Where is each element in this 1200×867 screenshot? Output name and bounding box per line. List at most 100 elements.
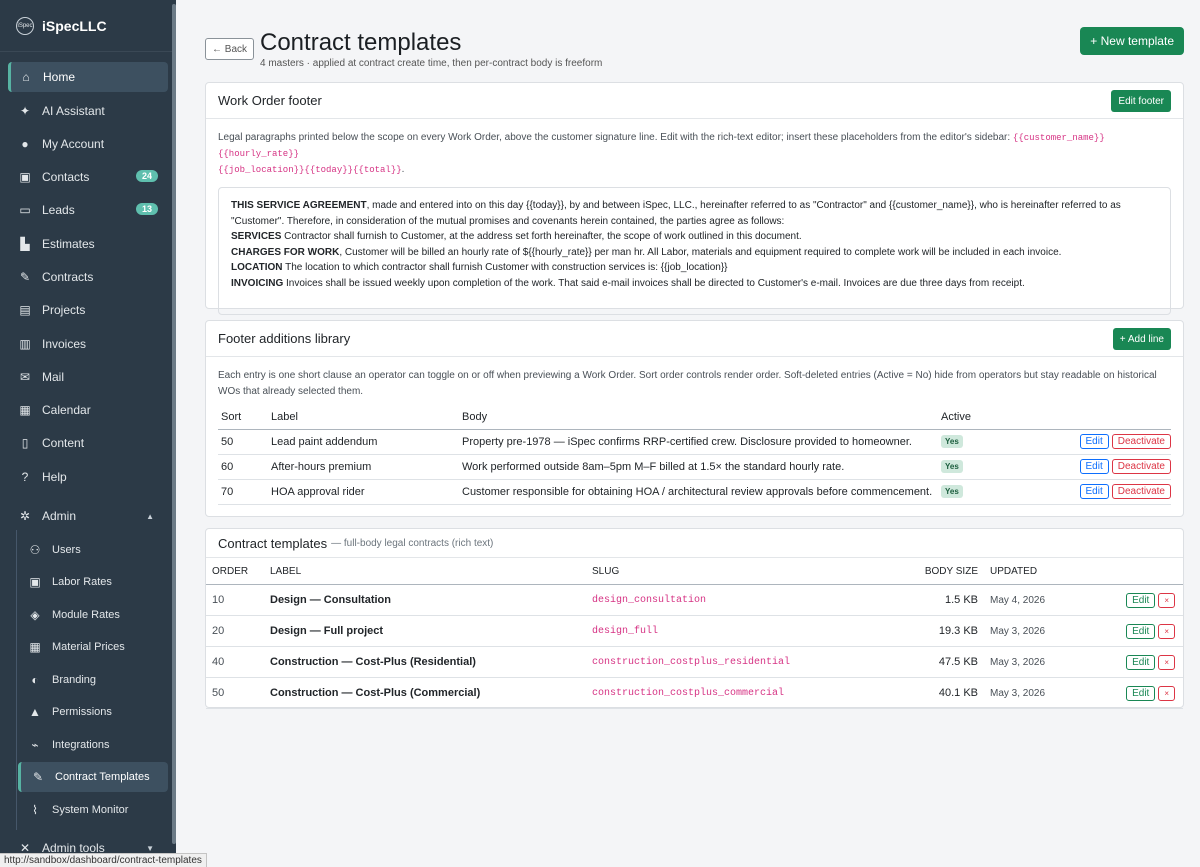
edit-button[interactable]: Edit: [1126, 592, 1156, 608]
actions-cell: Edit ×: [1094, 584, 1183, 616]
delete-button[interactable]: ×: [1158, 592, 1175, 608]
active-cell: Yes: [938, 429, 1018, 455]
edit-footer-button[interactable]: Edit footer: [1111, 90, 1171, 112]
slug-cell: design_consultation: [586, 584, 886, 616]
updated-cell: May 3, 2026: [984, 615, 1094, 647]
contract-templates-card: Contract templates — full-body legal con…: [205, 528, 1184, 709]
sidebar-scrollbar[interactable]: [172, 4, 176, 844]
sidebar-item-projects[interactable]: ▤ Projects: [8, 295, 168, 325]
deactivate-button[interactable]: Deactivate: [1111, 459, 1171, 474]
description-end: .: [401, 164, 405, 175]
body-cell: Property pre-1978 — iSpec confirms RRP-c…: [459, 429, 938, 455]
sidebar-item-home[interactable]: ⌂ Home: [8, 62, 168, 92]
sidebar-item-estimates[interactable]: ▙ Estimates: [8, 229, 168, 259]
legal-paragraph: LOCATION The location to which contracto…: [231, 262, 728, 273]
sidebar-item-module-rates[interactable]: ◈ Module Rates: [18, 600, 168, 630]
sidebar-item-contacts[interactable]: ▣ Contacts 24: [8, 162, 168, 192]
sidebar-item-my-account[interactable]: ● My Account: [8, 129, 168, 159]
slug-cell: construction_costplus_commercial: [586, 677, 886, 709]
sidebar-item-label: Invoices: [42, 337, 87, 351]
label-cell: Construction — Cost-Plus (Commercial): [264, 677, 586, 709]
column-header-body[interactable]: Body: [459, 405, 938, 430]
sidebar-item-calendar[interactable]: ▦ Calendar: [8, 395, 168, 425]
label-cell: Lead paint addendum: [268, 429, 459, 455]
delete-button[interactable]: ×: [1158, 623, 1175, 639]
deactivate-button[interactable]: Deactivate: [1111, 434, 1171, 449]
add-line-button[interactable]: + Add line: [1112, 328, 1171, 350]
sidebar-item-contracts[interactable]: ✎ Contracts: [8, 262, 168, 292]
sidebar-item-mail[interactable]: ✉ Mail: [8, 362, 168, 392]
footer-additions-library-card: Footer additions library + Add line Each…: [205, 320, 1184, 517]
edit-button[interactable]: Edit: [1126, 654, 1156, 670]
actions-cell: Edit ×: [1094, 677, 1183, 709]
edit-button[interactable]: Edit: [1079, 434, 1109, 449]
actions-cell: Edit ×: [1094, 646, 1183, 678]
table-row: 40 Construction — Cost-Plus (Residential…: [206, 646, 1183, 678]
order-cell: 10: [206, 584, 264, 616]
new-template-button[interactable]: + New template: [1080, 27, 1184, 55]
active-badge: Yes: [941, 460, 963, 473]
body-size-cell: 19.3 KB: [886, 615, 984, 647]
sidebar-item-label: AI Assistant: [42, 104, 105, 118]
edit-button[interactable]: Edit: [1079, 459, 1109, 474]
column-header-actions: [1018, 405, 1171, 430]
sidebar-item-labor-rates[interactable]: ▣ Labor Rates: [18, 567, 168, 597]
user-icon: ●: [21, 137, 29, 151]
sidebar-item-content[interactable]: ▯ Content: [8, 428, 168, 458]
sidebar-item-label: System Monitor: [52, 804, 129, 816]
body-size-cell: 47.5 KB: [886, 646, 984, 678]
column-header-label[interactable]: Label: [268, 405, 459, 430]
sidebar-item-users[interactable]: ⚇ Users: [18, 535, 168, 565]
body-cell: Work performed outside 8am–5pm M–F bille…: [459, 454, 938, 480]
sidebar-item-invoices[interactable]: ▥ Invoices: [8, 329, 168, 359]
actions-cell: Edit ×: [1094, 615, 1183, 647]
body-size-cell: 1.5 KB: [886, 584, 984, 616]
sidebar: iSpec iSpecLLC ⌂ Home ✦ AI Assistant ● M…: [0, 0, 176, 867]
sidebar-item-branding[interactable]: ◐ Branding: [18, 665, 168, 695]
sidebar-item-label: Integrations: [52, 739, 110, 751]
sidebar-item-label: Permissions: [52, 706, 112, 718]
work-order-footer-card: Work Order footer Edit footer Legal para…: [205, 82, 1184, 315]
sidebar-item-leads[interactable]: ▭ Leads 13: [8, 195, 168, 225]
column-header-body-size[interactable]: BODY SIZE: [886, 557, 984, 585]
calendar-icon: ▦: [19, 403, 31, 417]
chat-icon: ✦: [19, 104, 31, 118]
sidebar-item-system-monitor[interactable]: ⌇ System Monitor: [18, 795, 168, 825]
brand[interactable]: iSpec iSpecLLC: [0, 0, 176, 52]
deactivate-button[interactable]: Deactivate: [1111, 484, 1171, 499]
actions-cell: Edit Deactivate: [1018, 454, 1171, 480]
sidebar-item-permissions[interactable]: ▲ Permissions: [18, 697, 168, 727]
sidebar-item-ai-assistant[interactable]: ✦ AI Assistant: [8, 96, 168, 126]
sidebar-item-admin[interactable]: ✲ Admin ▲: [8, 501, 168, 531]
column-header-order[interactable]: ORDER: [206, 557, 264, 585]
sidebar-item-contract-templates[interactable]: ✎ Contract Templates: [18, 762, 168, 792]
edit-button[interactable]: Edit: [1126, 685, 1156, 701]
file-signature-icon: ✎: [32, 770, 44, 784]
sidebar-item-label: My Account: [42, 137, 105, 151]
back-button[interactable]: ← Back: [205, 38, 255, 60]
sidebar-item-label: Mail: [42, 370, 65, 384]
sidebar-item-material-prices[interactable]: ▦ Material Prices: [18, 632, 168, 662]
column-header-sort[interactable]: Sort: [218, 405, 268, 430]
updated-cell: May 4, 2026: [984, 584, 1094, 616]
boxes-icon: ▦: [29, 640, 41, 654]
sort-cell: 70: [218, 479, 268, 505]
plug-icon: ⌁: [31, 738, 39, 752]
slug-cell: design_full: [586, 615, 886, 647]
file-signature-icon: ✎: [19, 270, 31, 284]
delete-button[interactable]: ×: [1158, 685, 1175, 701]
sidebar-item-label: Users: [52, 544, 81, 556]
edit-button[interactable]: Edit: [1079, 484, 1109, 499]
sidebar-item-integrations[interactable]: ⌁ Integrations: [18, 730, 168, 760]
active-badge: Yes: [941, 435, 963, 448]
delete-button[interactable]: ×: [1158, 654, 1175, 670]
column-header-active[interactable]: Active: [938, 405, 1018, 430]
sidebar-item-help[interactable]: ? Help: [8, 462, 168, 492]
cubes-icon: ◈: [30, 608, 40, 622]
column-header-label[interactable]: LABEL: [264, 557, 586, 585]
table-row: 50 Lead paint addendum Property pre-1978…: [218, 429, 1171, 455]
column-header-slug[interactable]: SLUG: [586, 557, 886, 585]
table-header-row: Sort Label Body Active: [218, 405, 1171, 430]
edit-button[interactable]: Edit: [1126, 623, 1156, 639]
column-header-updated[interactable]: UPDATED: [984, 557, 1094, 585]
